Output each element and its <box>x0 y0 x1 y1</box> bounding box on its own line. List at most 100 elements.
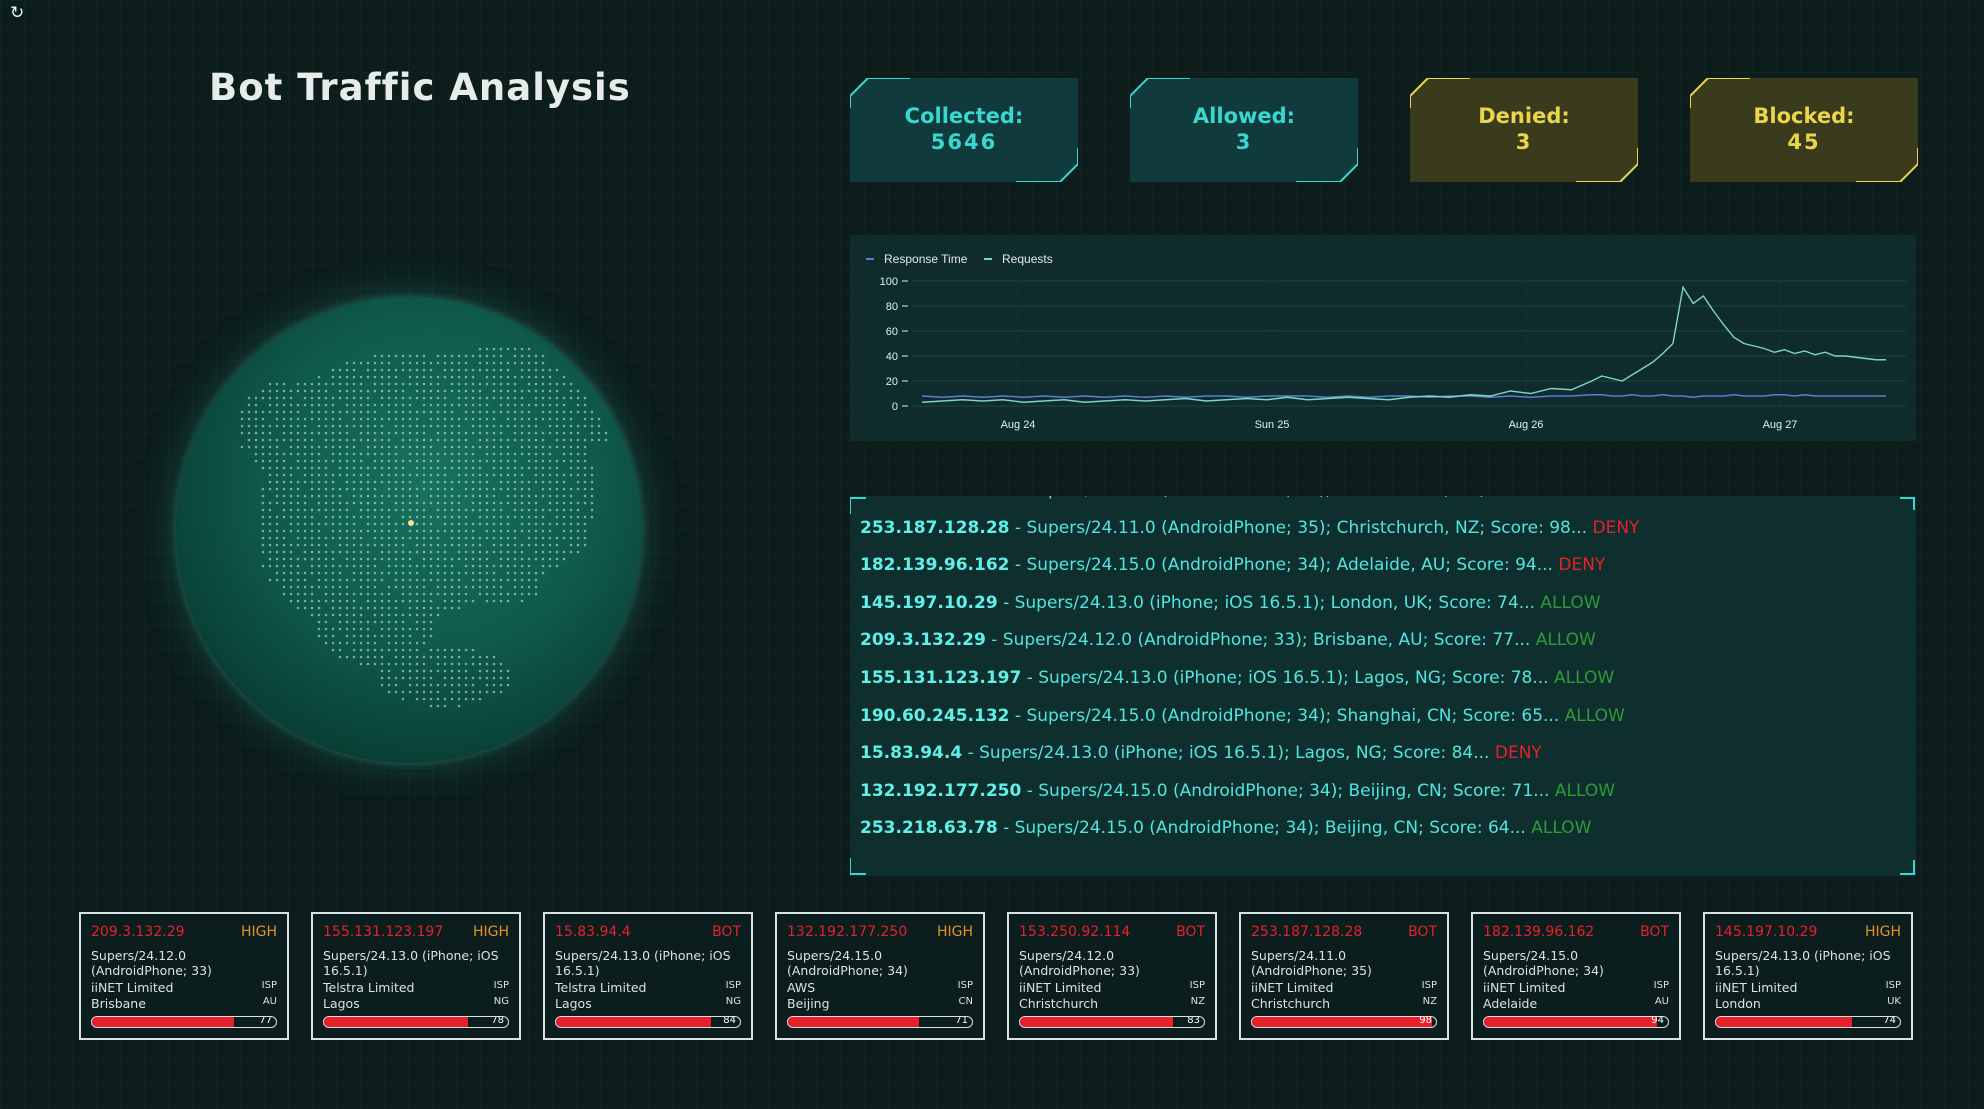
land-dot <box>380 368 384 372</box>
land-dot <box>527 515 531 519</box>
land-dot <box>478 410 482 414</box>
land-dot <box>513 396 517 400</box>
session-card[interactable]: 182.139.96.162 BOT Supers/24.15.0 (Android… <box>1471 912 1681 1040</box>
land-dot <box>296 466 300 470</box>
land-dot <box>492 396 496 400</box>
land-dot <box>492 683 496 687</box>
land-dot <box>555 389 559 393</box>
land-dot <box>373 564 377 568</box>
globe-map[interactable] <box>176 297 642 763</box>
card-user-agent: Supers/24.13.0 (iPhone; iOS 16.5.1) <box>1715 948 1891 978</box>
land-dot <box>366 620 370 624</box>
land-dot <box>261 445 265 449</box>
land-dot <box>282 501 286 505</box>
log-row[interactable]: 15.83.94.4 - Supers/24.13.0 (iPhone; iOS… <box>860 743 1542 763</box>
land-dot <box>345 515 349 519</box>
land-dot <box>513 473 517 477</box>
land-dot <box>443 606 447 610</box>
land-dot <box>422 634 426 638</box>
land-dot <box>387 487 391 491</box>
land-dot <box>506 452 510 456</box>
land-dot <box>415 501 419 505</box>
log-row[interactable]: 155.131.123.197 - Supers/24.13.0 (iPhone… <box>860 668 1614 688</box>
land-dot <box>457 522 461 526</box>
log-row[interactable]: 153.250.92.114 - Supers/24.12.0 (Android… <box>860 496 1639 500</box>
land-dot <box>401 354 405 358</box>
refresh-icon[interactable]: ↻ <box>10 4 28 22</box>
stat-denied: Denied: 3 <box>1410 78 1638 182</box>
log-row[interactable]: 253.187.128.28 - Supers/24.11.0 (Android… <box>860 518 1639 538</box>
log-row[interactable]: 132.192.177.250 - Supers/24.15.0 (Androi… <box>860 781 1615 801</box>
land-dot <box>268 550 272 554</box>
land-dot <box>492 361 496 365</box>
land-dot <box>436 438 440 442</box>
land-dot <box>275 536 279 540</box>
land-dot <box>408 536 412 540</box>
land-dot <box>541 354 545 358</box>
land-dot <box>317 459 321 463</box>
land-dot <box>555 543 559 547</box>
session-card[interactable]: 209.3.132.29 HIGH Supers/24.12.0 (AndroidP… <box>79 912 289 1040</box>
land-dot <box>408 564 412 568</box>
session-card[interactable]: 145.197.10.29 HIGH Supers/24.13.0 (iPhone;… <box>1703 912 1913 1040</box>
land-dot <box>373 417 377 421</box>
land-dot <box>282 438 286 442</box>
land-dot <box>380 606 384 610</box>
land-dot <box>366 452 370 456</box>
land-dot <box>513 592 517 596</box>
land-dot <box>282 424 286 428</box>
land-dot <box>373 368 377 372</box>
land-dot <box>275 410 279 414</box>
card-isp-row: Telstra Limited ISP <box>323 980 509 995</box>
session-card[interactable]: 153.250.92.114 BOT Supers/24.12.0 (Android… <box>1007 912 1217 1040</box>
land-dot <box>408 634 412 638</box>
land-dot <box>317 529 321 533</box>
session-card[interactable]: 155.131.123.197 HIGH Supers/24.13.0 (iPhon… <box>311 912 521 1040</box>
land-dot <box>317 557 321 561</box>
log-row[interactable]: 253.218.63.78 - Supers/24.15.0 (AndroidP… <box>860 818 1591 838</box>
land-dot <box>268 501 272 505</box>
log-row[interactable]: 182.139.96.162 - Supers/24.15.0 (Android… <box>860 555 1605 575</box>
session-card[interactable]: 15.83.94.4 BOT Supers/24.13.0 (iPhone; iOS… <box>543 912 753 1040</box>
land-dot <box>366 368 370 372</box>
y-tick-label: 100 <box>880 276 898 288</box>
request-log[interactable]: 153.250.92.114 - Supers/24.12.0 (Android… <box>850 496 1916 876</box>
land-dot <box>499 473 503 477</box>
land-dot <box>562 403 566 407</box>
land-dot <box>352 536 356 540</box>
log-row[interactable]: 190.60.245.132 - Supers/24.15.0 (Android… <box>860 706 1625 726</box>
log-row[interactable]: 145.197.10.29 - Supers/24.13.0 (iPhone; … <box>860 593 1601 613</box>
land-dot <box>492 592 496 596</box>
land-dot <box>289 571 293 575</box>
land-dot <box>492 417 496 421</box>
land-dot <box>296 501 300 505</box>
land-dot <box>394 389 398 393</box>
land-dot <box>485 417 489 421</box>
session-card[interactable]: 253.187.128.28 BOT Supers/24.11.0 (Android… <box>1239 912 1449 1040</box>
session-card[interactable]: 132.192.177.250 HIGH Supers/24.15.0 (Andro… <box>775 912 985 1040</box>
land-dot <box>359 431 363 435</box>
land-dot <box>324 389 328 393</box>
land-dot <box>534 550 538 554</box>
land-dot <box>422 431 426 435</box>
land-dot <box>310 494 314 498</box>
land-dot <box>352 522 356 526</box>
land-dot <box>289 543 293 547</box>
land-dot <box>443 697 447 701</box>
land-dot <box>415 690 419 694</box>
land-dot <box>415 620 419 624</box>
land-dot <box>485 585 489 589</box>
land-dot <box>366 648 370 652</box>
land-dot <box>261 431 265 435</box>
land-dot <box>317 494 321 498</box>
card-ip: 145.197.10.29 <box>1715 924 1818 940</box>
land-dot <box>338 424 342 428</box>
log-row[interactable]: 209.3.132.29 - Supers/24.12.0 (AndroidPh… <box>860 630 1596 650</box>
land-dot <box>541 480 545 484</box>
land-dot <box>429 648 433 652</box>
land-dot <box>534 368 538 372</box>
land-dot <box>443 676 447 680</box>
land-dot <box>303 452 307 456</box>
land-dot <box>422 641 426 645</box>
land-dot <box>296 585 300 589</box>
